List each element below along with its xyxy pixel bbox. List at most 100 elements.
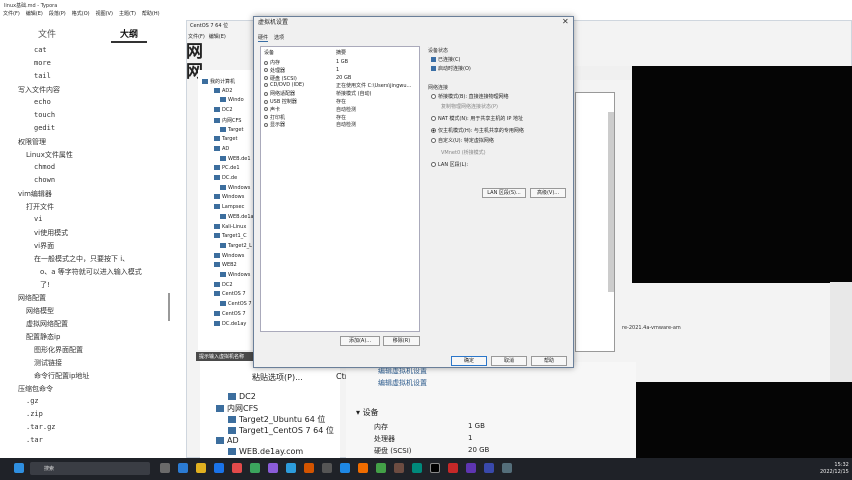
vmware-menu-edit[interactable]: 编辑(E): [209, 34, 226, 40]
device-row[interactable]: 声卡 自动检测: [264, 106, 418, 113]
outline-item[interactable]: 命令行配置ip地址: [34, 371, 89, 381]
library-tree-item[interactable]: AD2: [214, 87, 232, 94]
typora-taskbar-icon[interactable]: [430, 463, 440, 473]
network-option[interactable]: 桥接模式(B): 直接连接物理网络: [431, 93, 509, 100]
menu-format[interactable]: 格式(O): [72, 11, 90, 17]
app-icon-13[interactable]: [448, 463, 458, 473]
tab-hardware[interactable]: 硬件: [258, 35, 269, 42]
lower-tree-item[interactable]: Target1_CentOS 7 64 位: [228, 425, 334, 436]
library-tree-item[interactable]: CentOS 7: [214, 310, 246, 317]
library-tree-item[interactable]: Target: [220, 126, 243, 133]
library-tree-item[interactable]: PC.de1: [214, 165, 240, 171]
app-icon-1[interactable]: [178, 463, 188, 473]
library-tree-item[interactable]: CentOS 7: [220, 301, 252, 307]
library-tree-item[interactable]: CentOS 7: [214, 291, 246, 297]
outline-item[interactable]: 网络配置: [18, 293, 46, 303]
outline-item[interactable]: o、a 等字符就可以进入输入模式: [40, 267, 142, 277]
lower-tree-item[interactable]: DC2: [228, 392, 256, 401]
library-tree-item[interactable]: Windo: [220, 97, 244, 103]
outline-item[interactable]: vim编辑器: [18, 189, 52, 199]
vm-console-screen[interactable]: [632, 66, 852, 283]
outline-item[interactable]: .tar: [26, 436, 43, 444]
start-icon[interactable]: [14, 463, 24, 473]
menu-view[interactable]: 视图(V): [96, 11, 113, 17]
lower-tree-item[interactable]: Target2_Ubuntu 64 位: [228, 414, 325, 425]
outline-item[interactable]: 了!: [40, 280, 50, 290]
guest-window-scrollbar[interactable]: [608, 112, 614, 292]
outline-item[interactable]: 权限管理: [18, 137, 46, 147]
app-icon-7[interactable]: [322, 463, 332, 473]
library-tree-item[interactable]: 内网CFS: [214, 117, 241, 124]
device-row[interactable]: 网络适配器 桥接模式 (自动): [264, 90, 418, 97]
outline-item[interactable]: chown: [34, 176, 55, 184]
outline-item[interactable]: .gz: [26, 397, 39, 405]
device-row[interactable]: 内存 1 GB: [264, 59, 418, 66]
app-icon-5[interactable]: [286, 463, 296, 473]
app-icon-9[interactable]: [358, 463, 368, 473]
library-tree-item[interactable]: 我的计算机: [202, 78, 235, 85]
outline-item[interactable]: touch: [34, 111, 55, 119]
help-button[interactable]: 帮助: [531, 356, 567, 366]
outline-scrollbar[interactable]: [168, 293, 170, 321]
outline-item[interactable]: 压缩包命令: [18, 384, 53, 394]
library-tree-item[interactable]: Windows: [214, 252, 244, 259]
outline-item[interactable]: more: [34, 59, 51, 67]
app-icon-6[interactable]: [304, 463, 314, 473]
taskbar-search[interactable]: 搜索: [30, 462, 150, 475]
tab-options[interactable]: 选项: [274, 35, 284, 41]
lower-tree-item[interactable]: WEB.de1ay.com: [228, 447, 303, 456]
close-icon[interactable]: ✕: [562, 17, 569, 26]
task-view-icon[interactable]: [160, 463, 170, 473]
outline-item[interactable]: vi界面: [34, 241, 54, 251]
library-tree-item[interactable]: Kali-Linux: [214, 223, 246, 230]
cancel-button[interactable]: 取消: [491, 356, 527, 366]
edit-vm-settings-link-2[interactable]: 编辑虚拟机设置: [378, 378, 427, 388]
outline-item[interactable]: gedit: [34, 124, 55, 132]
library-tree-item[interactable]: AD: [214, 145, 229, 152]
device-row[interactable]: 处理器 1: [264, 67, 418, 74]
network-option[interactable]: NAT 模式(N): 用于共享主机的 IP 地址: [431, 115, 523, 122]
tab-outline[interactable]: 大纲: [111, 27, 148, 43]
device-row[interactable]: 硬盘 (SCSI) 20 GB: [264, 75, 418, 82]
library-tree-item[interactable]: WEB2: [214, 262, 237, 268]
library-tree-item[interactable]: DC.de: [214, 175, 237, 181]
remove-device-button[interactable]: 移除(R): [383, 336, 420, 346]
outline-item[interactable]: 测试链接: [34, 358, 62, 368]
app-icon-14[interactable]: [466, 463, 476, 473]
menu-edit[interactable]: 编辑(E): [26, 11, 43, 17]
library-tree-item[interactable]: Windows: [220, 272, 250, 278]
library-tree-item[interactable]: Windows: [220, 184, 250, 191]
device-row[interactable]: CD/DVD (IDE) 正在使用文件 C:\Users\jingwu...: [264, 82, 418, 89]
network-option[interactable]: 仅主机模式(H): 与主机共享的专用网络: [431, 127, 524, 134]
outline-item[interactable]: Linux文件属性: [26, 150, 73, 160]
outline-item[interactable]: 网络模型: [26, 306, 54, 316]
network-option[interactable]: 自定义(U): 特定虚拟网络: [431, 137, 494, 144]
context-menu-item[interactable]: 粘贴选项(P)...: [252, 373, 303, 382]
app-icon-3[interactable]: [250, 463, 260, 473]
outline-item[interactable]: echo: [34, 98, 51, 106]
vmware-taskbar-icon[interactable]: [502, 463, 512, 473]
library-tree-item[interactable]: Lampsec: [214, 204, 244, 210]
app-icon-11[interactable]: [394, 463, 404, 473]
lan-segments-button[interactable]: LAN 区段(S)...: [482, 188, 526, 198]
outline-item[interactable]: 配置静态ip: [26, 332, 60, 342]
lower-tree-item[interactable]: 内网CFS: [216, 403, 258, 414]
connected-checkbox[interactable]: 已连接(C): [431, 56, 460, 63]
menu-help[interactable]: 帮助(H): [142, 11, 160, 17]
device-row[interactable]: 显示器 自动检测: [264, 121, 418, 128]
vmware-menu-file[interactable]: 文件(F): [188, 34, 205, 40]
outline-item[interactable]: 图形化界面配置: [34, 345, 83, 355]
app-icon-2[interactable]: [232, 463, 242, 473]
add-device-button[interactable]: 添加(A)...: [340, 336, 380, 346]
file-explorer-icon[interactable]: [196, 463, 206, 473]
browser-icon[interactable]: [214, 463, 224, 473]
app-icon-15[interactable]: [484, 463, 494, 473]
network-option[interactable]: 复制物理网络连接状态(P): [441, 103, 498, 110]
outline-item[interactable]: .tar.gz: [26, 423, 56, 431]
taskbar-clock[interactable]: 15:32 2022/12/15: [820, 462, 849, 476]
outline-item[interactable]: 在一般模式之中，只要按下 i、: [34, 254, 129, 264]
outline-item[interactable]: vi使用模式: [34, 228, 68, 238]
connect-on-start-checkbox[interactable]: 启动时连接(O): [431, 65, 471, 72]
outline-item[interactable]: 写入文件内容: [18, 85, 60, 95]
app-icon-8[interactable]: [340, 463, 350, 473]
